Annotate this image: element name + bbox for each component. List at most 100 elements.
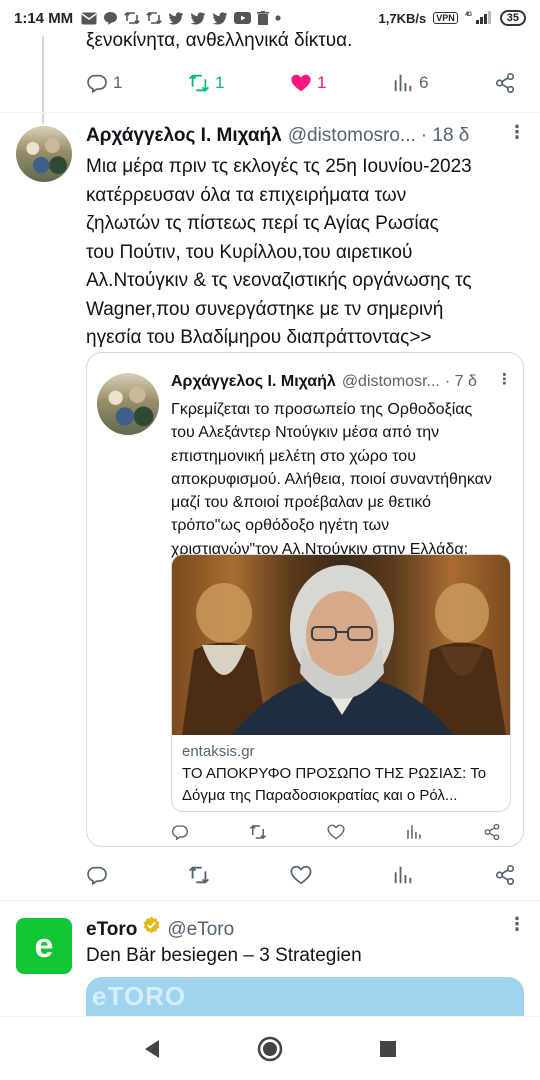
tweet-text-line: κατέρρευσαν όλα τα επιχειρήματα των — [86, 184, 407, 206]
link-title-line: Δόγμα της Παραδοσιοκρατίας και ο Ρόλ... — [182, 787, 458, 804]
quote-text-line: επιστημονική μελέτη στο χώρο του — [171, 447, 416, 465]
quote-more-icon[interactable]: ⋮ — [497, 370, 512, 388]
ad-more-options-icon[interactable]: ⋮ — [508, 914, 526, 935]
heart-icon[interactable] — [327, 823, 345, 841]
like-count: 1 — [317, 73, 327, 92]
views-button[interactable]: 6 — [392, 68, 428, 98]
author-handle[interactable]: @distomosro... — [288, 125, 416, 147]
signal-icon: 4G — [465, 10, 493, 27]
back-icon — [145, 1039, 159, 1058]
heart-icon — [290, 865, 312, 885]
home-icon — [257, 1036, 283, 1061]
quote-actions — [171, 823, 501, 841]
reply-button[interactable]: 1 — [86, 68, 122, 98]
heart-filled-icon — [291, 74, 311, 92]
vpn-badge: VPN — [433, 12, 458, 24]
quote-avatar[interactable] — [97, 373, 159, 435]
views-button[interactable] — [392, 860, 414, 890]
ad-author-handle[interactable]: @eToro — [167, 919, 234, 941]
link-preview-card[interactable]: entaksis.gr ΤΟ ΑΠΟΚΡΥΦΟ ΠΡΟΣΩΠΟ ΤΗΣ ΡΩΣΙ… — [171, 554, 511, 812]
reply-icon — [87, 74, 107, 94]
divider — [0, 900, 540, 901]
retweet-button[interactable] — [188, 860, 210, 890]
quoted-tweet[interactable]: Αρχάγγελος Ι. Μιχαήλ @distomosr... · 7 δ… — [86, 352, 524, 847]
tweet-actions — [86, 860, 516, 890]
reply-icon — [87, 866, 107, 886]
system-nav-bar — [0, 1016, 540, 1080]
divider — [0, 112, 540, 113]
avatar-image — [16, 126, 72, 182]
verified-badge-icon — [143, 916, 160, 934]
retweet-icon — [124, 11, 140, 25]
like-button[interactable]: 1 — [290, 68, 326, 98]
svg-text:4G: 4G — [465, 12, 472, 18]
thread-line — [42, 36, 44, 124]
tweet-text-line: Αλ.Ντούγκιν & τς νεοναζιστικής οργάνωσης… — [86, 270, 472, 291]
link-title-line: ΤΟ ΑΠΟΚΡΥΦΟ ΠΡΟΣΩΠΟ ΤΗΣ ΡΩΣΙΑΣ: Το — [182, 765, 487, 782]
retweet-icon — [189, 866, 209, 884]
share-icon — [495, 73, 515, 93]
ad-text: Den Bär besiegen – 3 Strategien — [86, 945, 362, 966]
reply-button[interactable] — [86, 860, 108, 890]
recents-icon — [380, 1040, 396, 1057]
like-button[interactable] — [290, 860, 312, 890]
etoro-logo-letter: e — [34, 926, 54, 965]
previous-tweet-actions: 1 1 1 6 — [86, 68, 516, 98]
etoro-avatar[interactable]: e — [16, 918, 72, 974]
retweet-icon — [189, 74, 209, 92]
chat-icon — [104, 11, 118, 25]
quote-text: Γκρεμίζεται το προσωπείο της Ορθοδοξίας … — [171, 398, 516, 561]
tweet-text-line: Μια μέρα πριν τς εκλογές τς 25η Ιουνίου-… — [86, 156, 472, 177]
tweet-time[interactable]: · 18 δ — [421, 125, 470, 147]
views-icon[interactable] — [405, 823, 423, 841]
retweet-count: 1 — [215, 73, 225, 92]
quote-text-line: μαζί του &ποιοί προέβαλαν με θετικό — [171, 494, 432, 512]
reply-icon[interactable] — [171, 823, 189, 841]
reply-count: 1 — [113, 73, 123, 92]
tweet-text: Μια μέρα πριν τς εκλογές τς 25η Ιουνίου-… — [86, 153, 526, 353]
share-icon[interactable] — [483, 823, 501, 841]
quote-author-handle[interactable]: @distomosr... — [342, 373, 440, 391]
mail-icon — [81, 12, 97, 24]
ad-header: eToro @eToro — [86, 916, 234, 941]
share-button[interactable] — [494, 860, 516, 890]
views-count: 6 — [419, 73, 429, 92]
tweet-text-line: ηγεσία του Βλαδίμηρου διαπράττοντας>> — [86, 327, 432, 348]
author-name[interactable]: Αρχάγγελος Ι. Μιχαήλ — [86, 125, 282, 147]
quote-text-line: του Αλεξάντερ Ντούγκιν μέσα από την — [171, 424, 440, 442]
retweet-icon[interactable] — [249, 823, 267, 841]
tweet-text-line: του Πούτιν, του Κυρίλλου,του αιρετικού — [86, 241, 413, 263]
quote-author-name[interactable]: Αρχάγγελος Ι. Μιχαήλ — [171, 373, 336, 391]
trash-icon — [257, 11, 270, 25]
clock: 1:14 MM — [14, 9, 74, 27]
link-domain: entaksis.gr — [182, 743, 255, 760]
quote-text-line: Γκρεμίζεται το προσωπείο της Ορθοδοξίας — [171, 401, 473, 418]
quote-header: Αρχάγγελος Ι. Μιχαήλ @distomosr... · 7 δ — [171, 373, 477, 391]
link-title: ΤΟ ΑΠΟΚΡΥΦΟ ΠΡΟΣΩΠΟ ΤΗΣ ΡΩΣΙΑΣ: Το Δόγμα… — [182, 763, 502, 807]
tweet-text-line: Wagner,που συνεργάστηκε με τν σημερινή — [86, 298, 444, 320]
quote-time[interactable]: · 7 δ — [445, 373, 477, 391]
back-button[interactable] — [139, 1036, 165, 1062]
battery-indicator: 35 — [499, 10, 526, 26]
home-button[interactable] — [257, 1036, 283, 1062]
avatar[interactable] — [16, 126, 72, 182]
link-preview-image — [172, 555, 510, 735]
share-button[interactable] — [494, 68, 516, 98]
tweet-text-line: ζηλωτών τς πίστεως περί τς Αγίας Ρωσίας — [86, 213, 439, 234]
retweet-button[interactable]: 1 — [188, 68, 224, 98]
notification-icons — [81, 11, 281, 26]
views-icon — [394, 74, 412, 92]
youtube-icon — [234, 12, 252, 24]
recents-button[interactable] — [375, 1036, 401, 1062]
more-options-icon[interactable]: ⋮ — [508, 122, 526, 143]
twitter-icon — [190, 11, 206, 25]
quote-text-line: τρόπο"ως ορθόδοξο ηγέτη των — [171, 517, 390, 535]
views-icon — [394, 866, 412, 884]
ad-author-name[interactable]: eToro — [86, 919, 137, 941]
quote-avatar-image — [97, 373, 159, 435]
share-icon — [495, 865, 515, 885]
twitter-icon — [168, 11, 184, 25]
net-speed: 1,7KB/s — [378, 10, 427, 26]
dot-icon — [275, 15, 281, 21]
twitter-icon — [212, 11, 228, 25]
